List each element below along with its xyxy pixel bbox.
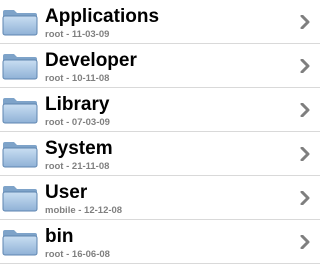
list-item-user[interactable]: User mobile - 12-12-08 (0, 176, 320, 220)
item-title: System (45, 138, 113, 159)
list-item-developer[interactable]: Developer root - 10-11-08 (0, 44, 320, 88)
item-meta: root - 10-11-08 (45, 73, 110, 84)
chevron-right-icon (300, 103, 310, 117)
folder-icon (2, 230, 38, 256)
list-item-bin[interactable]: bin root - 16-06-08 (0, 220, 320, 264)
item-title: User (45, 182, 88, 203)
list-item-system[interactable]: System root - 21-11-08 (0, 132, 320, 176)
item-title: Applications (45, 6, 160, 27)
chevron-right-icon (300, 15, 310, 29)
item-meta: root - 11-03-09 (45, 29, 110, 40)
folder-icon (2, 98, 38, 124)
folder-icon (2, 54, 38, 80)
item-title: Developer (45, 50, 137, 71)
item-meta: root - 16-06-08 (45, 249, 110, 260)
folder-icon (2, 142, 38, 168)
chevron-right-icon (300, 147, 310, 161)
list-item-applications[interactable]: Applications root - 11-03-09 (0, 0, 320, 44)
chevron-right-icon (300, 59, 310, 73)
item-meta: root - 07-03-09 (45, 117, 110, 128)
item-title: bin (45, 226, 74, 247)
item-meta: root - 21-11-08 (45, 161, 110, 172)
chevron-right-icon (300, 191, 310, 205)
file-list: Applications root - 11-03-09 Developer r… (0, 0, 320, 270)
item-meta: mobile - 12-12-08 (45, 205, 123, 216)
item-title: Library (45, 94, 110, 115)
folder-icon (2, 10, 38, 36)
list-item-library[interactable]: Library root - 07-03-09 (0, 88, 320, 132)
chevron-right-icon (300, 235, 310, 249)
folder-icon (2, 186, 38, 212)
